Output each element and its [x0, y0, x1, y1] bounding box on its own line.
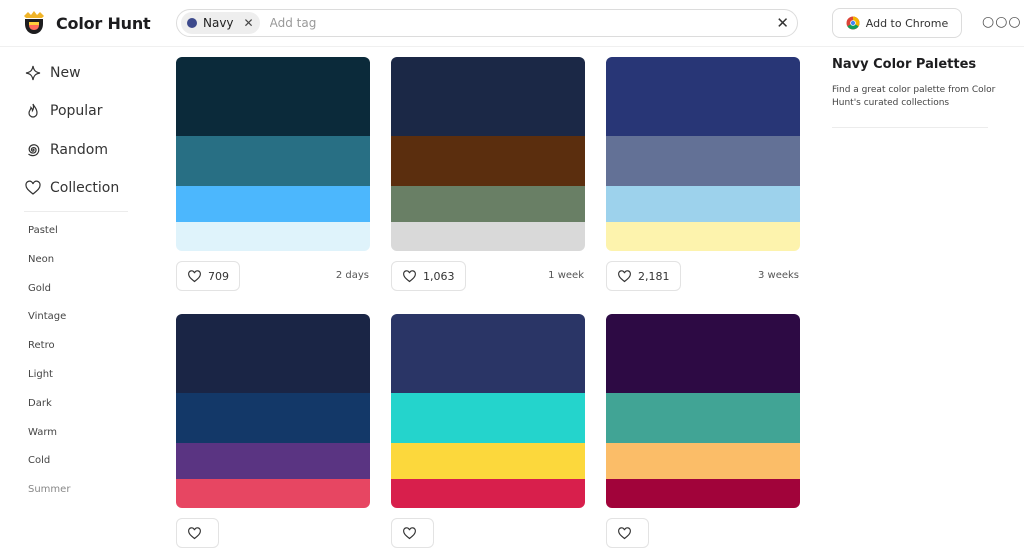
like-button[interactable]: 709 — [176, 261, 240, 291]
add-to-chrome-button[interactable]: Add to Chrome — [832, 8, 962, 38]
heart-icon — [403, 269, 416, 282]
sidebar-tag-vintage[interactable]: Vintage — [28, 311, 66, 322]
heart-icon — [618, 269, 631, 282]
sidebar-item-collection[interactable]: Collection — [24, 179, 119, 197]
search-input[interactable] — [267, 15, 777, 31]
remove-tag-icon[interactable]: ✕ — [240, 16, 254, 30]
sidebar-item-popular[interactable]: Popular — [24, 102, 103, 120]
add-to-chrome-label: Add to Chrome — [865, 16, 949, 30]
palette-swatch[interactable] — [176, 136, 370, 186]
sidebar-tag-neon[interactable]: Neon — [28, 254, 54, 265]
search-bar[interactable]: Navy ✕ ✕ — [176, 9, 798, 37]
chrome-icon — [846, 16, 860, 30]
palette-swatch[interactable] — [176, 443, 370, 479]
palette-swatch[interactable] — [176, 57, 370, 136]
palette-card[interactable] — [391, 314, 585, 508]
palette-swatch[interactable] — [176, 186, 370, 222]
sidebar-item-new[interactable]: New — [24, 64, 81, 82]
heart-icon — [618, 526, 631, 539]
palette-age: 3 weeks — [757, 270, 799, 281]
sidebar-item-label: Random — [50, 142, 108, 158]
palette-swatch[interactable] — [391, 479, 585, 508]
sidebar-item-label: New — [50, 65, 81, 81]
like-count: 2,181 — [638, 269, 670, 283]
like-count: 709 — [208, 269, 229, 283]
palette-card[interactable] — [606, 57, 800, 251]
sidebar-tag-warm[interactable]: Warm — [28, 427, 57, 438]
sidebar-tag-light[interactable]: Light — [28, 369, 53, 380]
palette-swatch[interactable] — [606, 314, 800, 393]
sidebar-tag-pastel[interactable]: Pastel — [28, 225, 58, 236]
palette-swatch[interactable] — [606, 186, 800, 222]
palette-swatch[interactable] — [391, 136, 585, 186]
palette[interactable] — [606, 314, 800, 508]
palette-swatch[interactable] — [606, 443, 800, 479]
palette-swatch[interactable] — [606, 222, 800, 251]
sidebar-tag-gold[interactable]: Gold — [28, 283, 51, 294]
palette-swatch[interactable] — [606, 393, 800, 443]
palette-card[interactable] — [606, 314, 800, 508]
like-button[interactable] — [391, 518, 434, 548]
palette-age: 2 days — [335, 270, 369, 281]
palette[interactable] — [606, 57, 800, 251]
panel-divider — [832, 127, 988, 128]
palette-swatch[interactable] — [176, 393, 370, 443]
palette-swatch[interactable] — [391, 393, 585, 443]
sidebar-tag-retro[interactable]: Retro — [28, 340, 55, 351]
palette-swatch[interactable] — [391, 222, 585, 251]
palette[interactable] — [176, 314, 370, 508]
sidebar-item-label: Collection — [50, 180, 120, 196]
search-tag-chip[interactable]: Navy ✕ — [181, 12, 260, 34]
navy-color-dot — [187, 18, 197, 28]
flame-icon — [28, 103, 38, 118]
like-button[interactable] — [176, 518, 219, 548]
sparkle-icon — [25, 65, 41, 81]
palette[interactable] — [176, 57, 370, 251]
more-options-icon[interactable]: ○○○ — [982, 14, 1022, 30]
sidebar-tag-summer[interactable]: Summer — [28, 484, 70, 495]
page-title: Navy Color Palettes — [832, 57, 977, 72]
palette-swatch[interactable] — [606, 136, 800, 186]
palette-card[interactable] — [176, 314, 370, 508]
palette-swatch[interactable] — [176, 479, 370, 508]
search-tag-label: Navy — [203, 16, 234, 30]
app-name: Color Hunt — [56, 13, 151, 33]
palette-swatch[interactable] — [391, 314, 585, 393]
heart-icon — [188, 526, 201, 539]
heart-icon — [25, 180, 41, 195]
heart-icon — [188, 269, 201, 282]
spiral-icon — [28, 144, 40, 157]
sidebar-divider — [24, 211, 128, 212]
palette-age: 1 week — [548, 270, 584, 281]
sidebar-tag-dark[interactable]: Dark — [28, 398, 52, 409]
sidebar-item-label: Popular — [50, 103, 103, 119]
palette-swatch[interactable] — [176, 314, 370, 393]
heart-icon — [403, 526, 416, 539]
palette-swatch[interactable] — [176, 222, 370, 251]
palette-card[interactable] — [176, 57, 370, 251]
like-button[interactable] — [606, 518, 649, 548]
like-button[interactable]: 1,063 — [391, 261, 466, 291]
palette-swatch[interactable] — [391, 186, 585, 222]
palette-swatch[interactable] — [391, 443, 585, 479]
sidebar-item-random[interactable]: Random — [24, 141, 108, 159]
color-hunt-logo-icon — [24, 11, 44, 34]
palette[interactable] — [391, 314, 585, 508]
page-description: Find a great color palette from Color Hu… — [832, 85, 996, 108]
palette-swatch[interactable] — [606, 479, 800, 508]
palette[interactable] — [391, 57, 585, 251]
like-button[interactable]: 2,181 — [606, 261, 681, 291]
palette-swatch[interactable] — [606, 57, 800, 136]
palette-card[interactable] — [391, 57, 585, 251]
palette-swatch[interactable] — [391, 57, 585, 136]
header-divider — [0, 46, 1024, 47]
like-count: 1,063 — [423, 269, 455, 283]
clear-search-icon[interactable]: ✕ — [776, 14, 789, 32]
sidebar-tag-cold[interactable]: Cold — [28, 455, 50, 466]
logo[interactable]: Color Hunt — [22, 9, 151, 37]
